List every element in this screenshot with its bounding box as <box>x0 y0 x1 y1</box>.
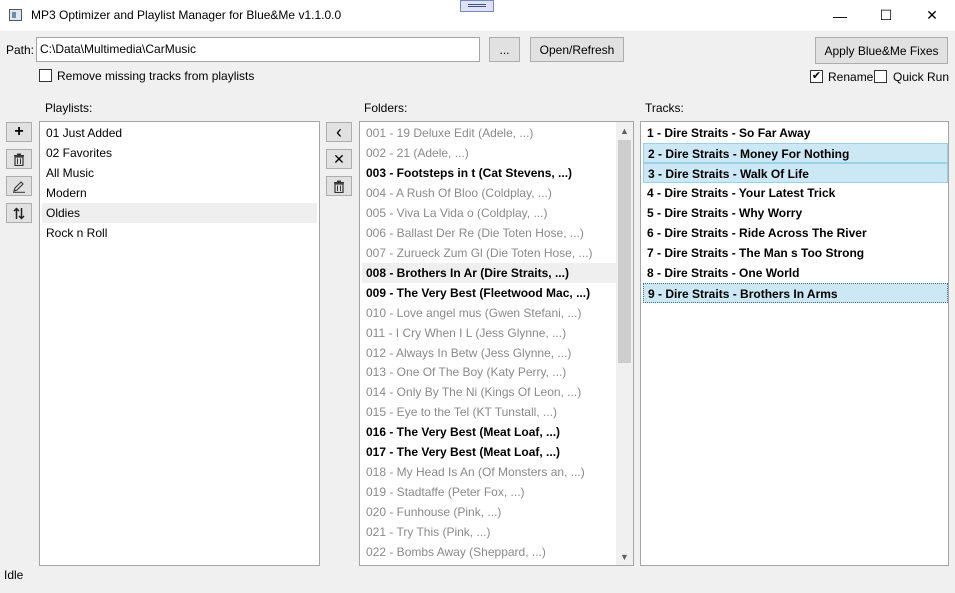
plus-icon: + <box>14 123 24 140</box>
folders-scrollbar[interactable]: ▲ ▼ <box>616 122 633 565</box>
add-playlist-button[interactable]: + <box>6 122 32 142</box>
drag-handle[interactable] <box>460 0 494 12</box>
pen-icon <box>13 180 25 193</box>
rename-label: Rename <box>828 70 874 84</box>
folder-item[interactable]: 005 - Viva La Vida o (Coldplay, ...) <box>362 203 616 223</box>
minimize-button[interactable]: — <box>817 0 863 31</box>
folders-list[interactable]: 001 - 19 Deluxe Edit (Adele, ...) 002 - … <box>359 121 634 566</box>
folder-item[interactable]: 012 - Always In Betw (Jess Glynne, ...) <box>362 343 616 363</box>
folder-item[interactable]: 013 - One Of The Boy (Katy Perry, ...) <box>362 362 616 382</box>
track-item[interactable]: 3 - Dire Straits - Walk Of Life <box>643 163 948 183</box>
maximize-button[interactable]: ☐ <box>863 0 909 31</box>
playlist-item[interactable]: Oldies <box>42 203 317 223</box>
playlists-label: Playlists: <box>45 101 93 115</box>
folder-item[interactable]: 002 - 21 (Adele, ...) <box>362 143 616 163</box>
sort-playlists-button[interactable] <box>6 203 32 223</box>
folder-item[interactable]: 009 - The Very Best (Fleetwood Mac, ...) <box>362 283 616 303</box>
folder-item[interactable]: 017 - The Very Best (Meat Loaf, ...) <box>362 442 616 462</box>
track-item[interactable]: 9 - Dire Straits - Brothers In Arms <box>643 283 948 303</box>
path-label: Path: <box>6 43 35 57</box>
scroll-up-icon[interactable]: ▲ <box>616 122 633 139</box>
folder-item[interactable]: 003 - Footsteps in t (Cat Stevens, ...) <box>362 163 616 183</box>
tracks-label: Tracks: <box>645 101 684 115</box>
track-item[interactable]: 5 - Dire Straits - Why Worry <box>643 203 948 223</box>
folder-item[interactable]: 015 - Eye to the Tel (KT Tunstall, ...) <box>362 402 616 422</box>
app-icon <box>9 9 22 21</box>
window-title: MP3 Optimizer and Playlist Manager for B… <box>31 8 342 22</box>
playlist-item[interactable]: All Music <box>42 163 317 183</box>
folder-item[interactable]: 021 - Try This (Pink, ...) <box>362 522 616 542</box>
rename-checkbox[interactable]: ✔ <box>810 70 823 83</box>
chevron-left-icon: ‹ <box>336 122 342 142</box>
move-left-button[interactable]: ‹ <box>326 122 352 142</box>
folder-item[interactable]: 020 - Funhouse (Pink, ...) <box>362 502 616 522</box>
playlist-item[interactable]: Modern <box>42 183 317 203</box>
trash-icon <box>334 180 344 193</box>
remove-missing-checkbox[interactable] <box>39 69 52 82</box>
folder-item[interactable]: 016 - The Very Best (Meat Loaf, ...) <box>362 422 616 442</box>
delete-folder-button[interactable] <box>326 176 352 196</box>
folder-item[interactable]: 004 - A Rush Of Bloo (Coldplay, ...) <box>362 183 616 203</box>
delete-playlist-button[interactable] <box>6 149 32 169</box>
sort-icon <box>13 206 25 220</box>
track-item[interactable]: 7 - Dire Straits - The Man s Too Strong <box>643 243 948 263</box>
folders-label: Folders: <box>364 101 408 115</box>
playlist-item[interactable]: 02 Favorites <box>42 143 317 163</box>
folder-item[interactable]: 018 - My Head Is An (Of Monsters an, ...… <box>362 462 616 482</box>
minimize-icon: — <box>833 7 847 24</box>
playlists-list[interactable]: 01 Just Added 02 Favorites All Music Mod… <box>39 121 320 566</box>
playlist-item[interactable]: 01 Just Added <box>42 123 317 143</box>
apply-fixes-button[interactable]: Apply Blue&Me Fixes <box>815 37 948 64</box>
folder-item[interactable]: 010 - Love angel mus (Gwen Stefani, ...) <box>362 303 616 323</box>
remove-missing-label: Remove missing tracks from playlists <box>57 69 255 83</box>
close-icon: ✕ <box>926 7 938 23</box>
folder-item[interactable]: 001 - 19 Deluxe Edit (Adele, ...) <box>362 123 616 143</box>
scroll-down-icon[interactable]: ▼ <box>616 548 633 565</box>
folder-item[interactable]: 007 - Zurueck Zum Gl (Die Toten Hose, ..… <box>362 243 616 263</box>
open-refresh-button[interactable]: Open/Refresh <box>530 37 624 62</box>
track-item[interactable]: 4 - Dire Straits - Your Latest Trick <box>643 183 948 203</box>
rename-playlist-button[interactable] <box>6 176 32 196</box>
quick-run-label: Quick Run <box>893 70 950 84</box>
status-text: Idle <box>4 568 24 582</box>
track-item[interactable]: 2 - Dire Straits - Money For Nothing <box>643 143 948 163</box>
tracks-list[interactable]: 1 - Dire Straits - So Far Away 2 - Dire … <box>640 121 949 566</box>
browse-button[interactable]: ... <box>489 37 520 62</box>
folder-item[interactable]: 022 - Bombs Away (Sheppard, ...) <box>362 542 616 562</box>
folder-item[interactable]: 011 - I Cry When I L (Jess Glynne, ...) <box>362 323 616 343</box>
close-icon: ✕ <box>333 150 345 167</box>
track-item[interactable]: 1 - Dire Straits - So Far Away <box>643 123 948 143</box>
quick-run-checkbox[interactable] <box>874 70 887 83</box>
track-item[interactable]: 6 - Dire Straits - Ride Across The River <box>643 223 948 243</box>
folder-item[interactable]: 008 - Brothers In Ar (Dire Straits, ...) <box>362 263 616 283</box>
folder-item[interactable]: 014 - Only By The Ni (Kings Of Leon, ...… <box>362 382 616 402</box>
path-input[interactable]: C:\Data\Multimedia\CarMusic <box>36 37 480 62</box>
playlist-item[interactable]: Rock n Roll <box>42 223 317 243</box>
checkmark-icon: ✔ <box>811 70 822 82</box>
folder-item[interactable]: 019 - Stadtaffe (Peter Fox, ...) <box>362 482 616 502</box>
close-button[interactable]: ✕ <box>909 0 955 31</box>
trash-icon <box>14 153 24 166</box>
remove-folder-button[interactable]: ✕ <box>326 149 352 169</box>
folder-item[interactable]: 006 - Ballast Der Re (Die Toten Hose, ..… <box>362 223 616 243</box>
maximize-icon: ☐ <box>879 7 893 23</box>
title-bar: MP3 Optimizer and Playlist Manager for B… <box>0 0 955 31</box>
track-item[interactable]: 8 - Dire Straits - One World <box>643 263 948 283</box>
scroll-thumb[interactable] <box>618 140 631 363</box>
